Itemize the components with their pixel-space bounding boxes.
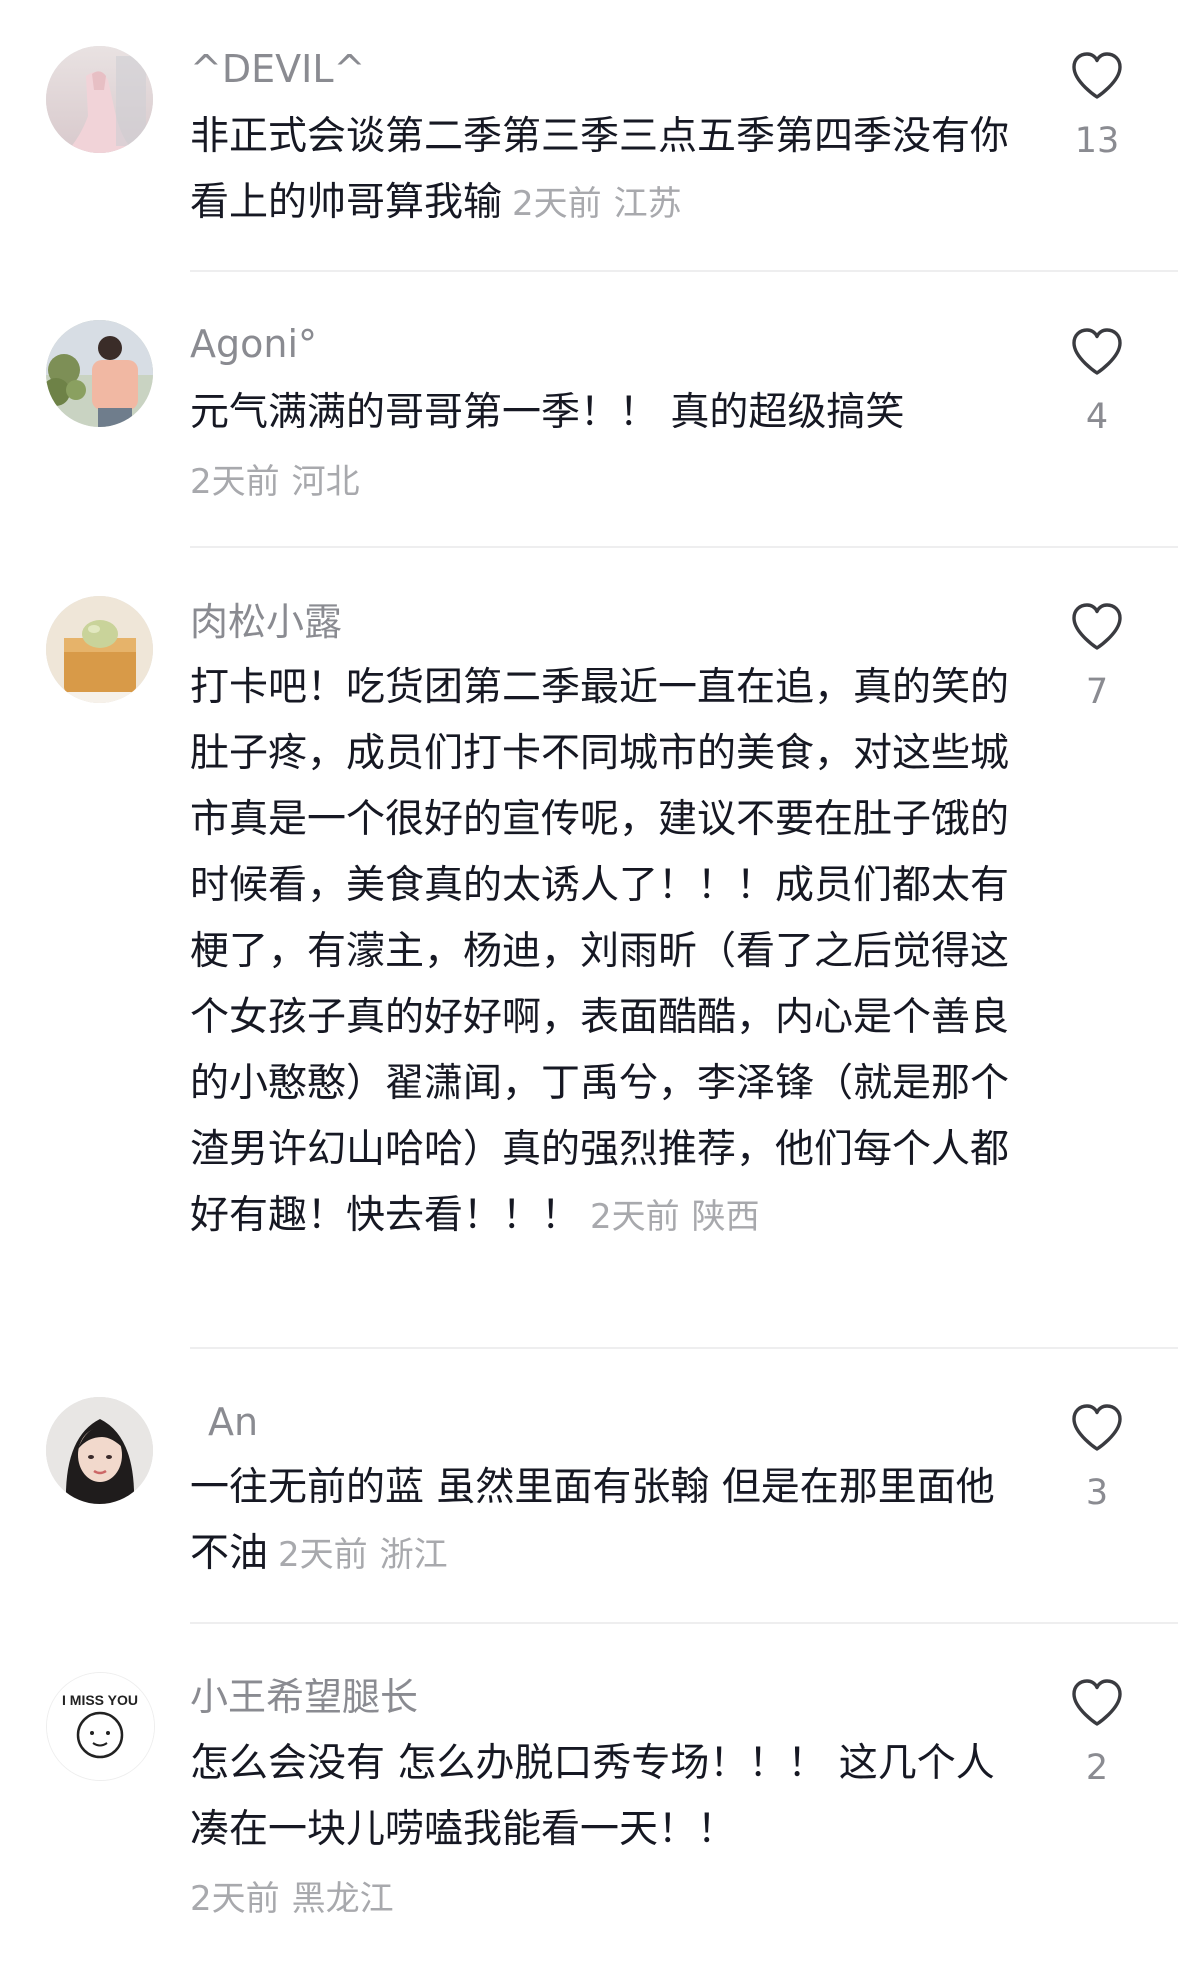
like-button[interactable]: 4: [1062, 327, 1132, 437]
like-count: 13: [1074, 121, 1120, 161]
divider: [190, 546, 1178, 548]
username[interactable]: An: [208, 1398, 258, 1446]
divider: [190, 1347, 1178, 1349]
comment-time: 2天前: [190, 462, 280, 502]
heart-icon: [1072, 52, 1122, 99]
avatar-caption: I MISS YOU: [62, 1692, 138, 1708]
like-button[interactable]: 2: [1062, 1678, 1132, 1788]
username[interactable]: ^DEVIL^: [190, 45, 365, 93]
avatar[interactable]: [46, 1397, 153, 1504]
avatar[interactable]: [46, 46, 153, 153]
comment-location: 江苏: [613, 184, 682, 224]
like-count: 7: [1085, 672, 1109, 712]
avatar[interactable]: [46, 320, 153, 427]
comment-time: 2天前: [278, 1535, 368, 1575]
comment-body: 怎么会没有 怎么办脱口秀专场！！！ 这几个人凑在一块儿唠嗑我能看一天！！: [190, 1741, 995, 1852]
comment-location: 河北: [291, 462, 360, 502]
avatar[interactable]: I MISS YOU: [46, 1672, 155, 1781]
username[interactable]: 小王希望腿长: [190, 1673, 418, 1721]
divider: [190, 1622, 1178, 1624]
comment-location: 黑龙江: [291, 1879, 394, 1919]
comment-text: 一往无前的蓝 虽然里面有张翰 但是在那里面他不油 2天前 浙江: [190, 1455, 1010, 1588]
comment-meta: 2天前 黑龙江: [190, 1875, 394, 1923]
comment-meta: 2天前 江苏: [512, 184, 682, 224]
username[interactable]: 肉松小露: [190, 598, 342, 646]
username[interactable]: Agoni°: [190, 320, 317, 368]
heart-icon: [1072, 328, 1122, 375]
divider: [190, 270, 1178, 272]
comment-meta: 2天前 陕西: [590, 1197, 760, 1237]
comment-body: 元气满满的哥哥第一季！！ 真的超级搞笑: [190, 390, 905, 435]
avatar[interactable]: [46, 596, 153, 703]
comment-meta: 2天前 浙江: [278, 1535, 448, 1575]
comment-body: 打卡吧！吃货团第二季最近一直在追，真的笑的肚子疼，成员们打卡不同城市的美食，对这…: [190, 665, 1010, 1238]
comment-text: 元气满满的哥哥第一季！！ 真的超级搞笑: [190, 380, 1010, 446]
comment-text: 怎么会没有 怎么办脱口秀专场！！！ 这几个人凑在一块儿唠嗑我能看一天！！: [190, 1731, 1010, 1863]
like-button[interactable]: 7: [1062, 602, 1132, 712]
like-count: 2: [1085, 1748, 1109, 1788]
comment-meta: 2天前 河北: [190, 458, 360, 506]
like-count: 4: [1085, 397, 1109, 437]
heart-icon: [1072, 603, 1122, 650]
comment-time: 2天前: [512, 184, 602, 224]
like-count: 3: [1085, 1473, 1109, 1513]
comment-location: 陕西: [691, 1197, 760, 1237]
comment-time: 2天前: [590, 1197, 680, 1237]
heart-icon: [1072, 1404, 1122, 1451]
comment-text: 打卡吧！吃货团第二季最近一直在追，真的笑的肚子疼，成员们打卡不同城市的美食，对这…: [190, 655, 1010, 1250]
like-button[interactable]: 3: [1062, 1403, 1132, 1513]
like-button[interactable]: 13: [1062, 51, 1132, 161]
comment-text: 非正式会谈第二季第三季三点五季第四季没有你看上的帅哥算我输 2天前 江苏: [190, 104, 1010, 237]
comment-location: 浙江: [379, 1535, 448, 1575]
comment-time: 2天前: [190, 1879, 280, 1919]
heart-icon: [1072, 1679, 1122, 1726]
